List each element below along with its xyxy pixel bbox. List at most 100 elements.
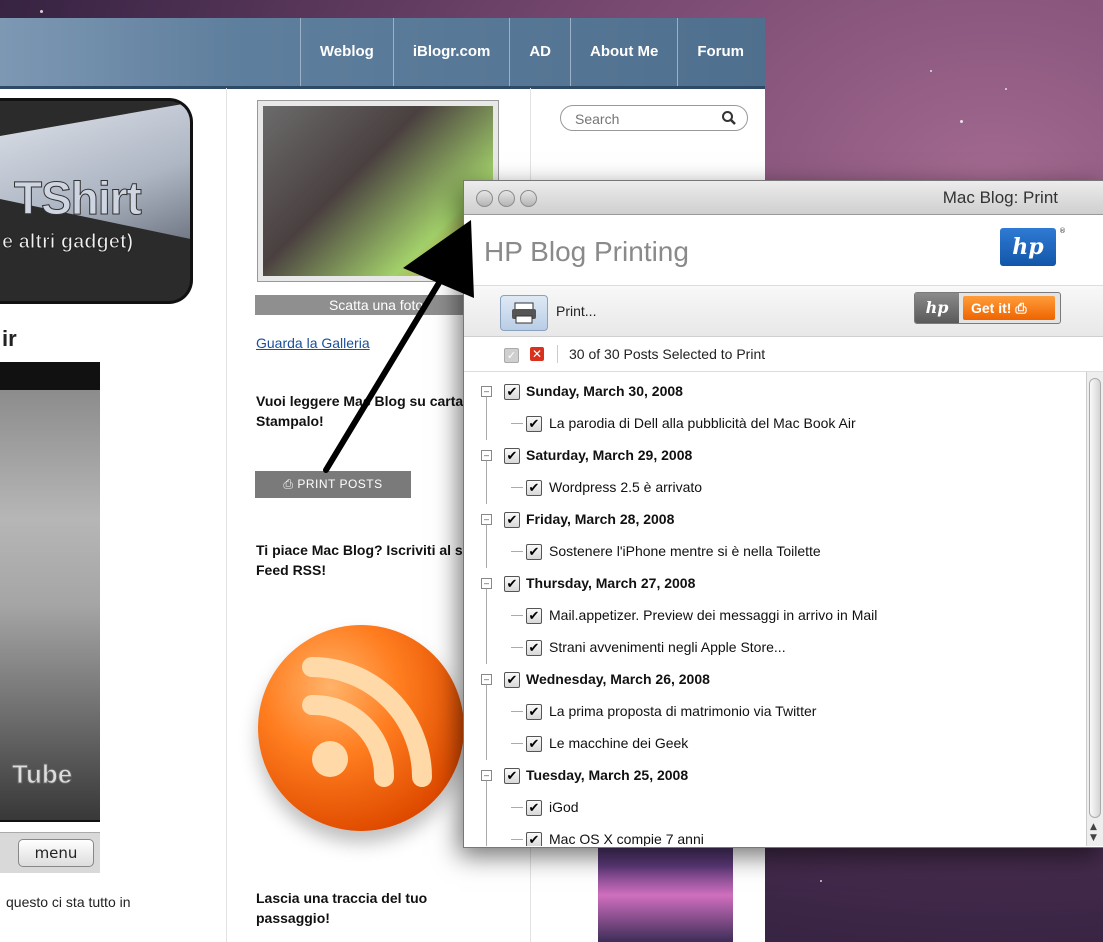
get-it-button[interactable]: Get it! ⎙ [963,296,1055,320]
post-checkbox[interactable]: ✔ [526,704,542,720]
star [930,70,932,72]
tree-post-row[interactable]: ✔ Le macchine dei Geek [464,728,1064,760]
tree-day-row[interactable]: – ✔ Friday, March 28, 2008 [464,504,1064,536]
nav-item-weblog[interactable]: Weblog [299,18,393,86]
select-all-checkbox[interactable]: ✓ [504,348,519,363]
tree-post-row[interactable]: ✔ Wordpress 2.5 è arrivato [464,472,1064,504]
hp-small-logo: hp [915,293,959,323]
post-checkbox[interactable]: ✔ [526,416,542,432]
print-label[interactable]: Print... [556,303,596,319]
tree-post-row[interactable]: ✔ La parodia di Dell alla pubblicità del … [464,408,1064,440]
print-button[interactable] [500,295,548,331]
tree-day-row[interactable]: – ✔ Saturday, March 29, 2008 [464,440,1064,472]
post-checkbox[interactable]: ✔ [526,640,542,656]
post-checkbox[interactable]: ✔ [526,544,542,560]
left-caption: questo ci sta tutto in [6,894,131,910]
day-checkbox[interactable]: ✔ [504,512,520,528]
search-icon[interactable] [721,110,737,126]
post-checkbox[interactable]: ✔ [526,800,542,816]
post-checkbox[interactable]: ✔ [526,832,542,846]
day-label: Sunday, March 30, 2008 [526,383,683,399]
selection-count: 30 of 30 Posts Selected to Print [569,346,766,362]
day-checkbox[interactable]: ✔ [504,768,520,784]
nav-item-iblogr-com[interactable]: iBlogr.com [392,18,510,86]
tree-connector [486,685,487,760]
day-label: Tuesday, March 25, 2008 [526,767,689,783]
print-posts-label: PRINT POSTS [297,477,383,491]
deselect-all-icon[interactable]: ✕ [530,347,544,361]
post-title: Wordpress 2.5 è arrivato [549,479,703,495]
app-header: HP Blog Printing hp ® [464,215,1103,286]
star [40,10,43,13]
scrollbar[interactable]: ▲ ▼ [1086,372,1103,846]
scroll-thumb[interactable] [1089,378,1101,818]
day-checkbox[interactable]: ✔ [504,576,520,592]
collapse-icon[interactable]: – [481,578,492,589]
collapse-icon[interactable]: – [481,514,492,525]
tree-connector [511,711,523,712]
guestbook-prompt: Lascia una traccia del tuo passaggio! [256,890,428,926]
gallery-link[interactable]: Guarda la Galleria [256,335,370,351]
tree-connector [511,743,523,744]
trademark-icon: ® [1059,227,1066,235]
separator [557,345,558,363]
tree-post-row[interactable]: ✔ iGod [464,792,1064,824]
tshirt-banner[interactable]: TShirt e altri gadget) [0,98,193,304]
search-input[interactable] [573,109,717,129]
print-window: Mac Blog: Print HP Blog Printing hp ® Pr… [463,180,1103,848]
day-label: Friday, March 28, 2008 [526,511,675,527]
collapse-icon[interactable]: – [481,674,492,685]
collapse-icon[interactable]: – [481,386,492,397]
day-label: Thursday, March 27, 2008 [526,575,696,591]
tree-post-row[interactable]: ✔ Strani avvenimenti negli Apple Store... [464,632,1064,664]
video-controls: menu [0,832,100,873]
video-frame [0,390,100,820]
search-box[interactable] [560,105,748,131]
scroll-down-icon[interactable]: ▼ [1090,833,1097,843]
tree-day-row[interactable]: – ✔ Wednesday, March 26, 2008 [464,664,1064,696]
selection-bar: ✓ ✕ 30 of 30 Posts Selected to Print [464,337,1103,372]
tree-day-row[interactable]: – ✔ Sunday, March 30, 2008 [464,376,1064,408]
app-title: HP Blog Printing [484,236,689,267]
tree-connector [511,647,523,648]
tree-connector [511,615,523,616]
day-checkbox[interactable]: ✔ [504,672,520,688]
tree-connector [511,807,523,808]
tree-post-row[interactable]: ✔ Mail.appetizer. Preview dei messaggi in… [464,600,1064,632]
print-posts-button[interactable]: ⎙ PRINT POSTS [255,471,411,498]
post-title: iGod [549,799,579,815]
tree-day-row[interactable]: – ✔ Thursday, March 27, 2008 [464,568,1064,600]
collapse-icon[interactable]: – [481,450,492,461]
get-it-banner[interactable]: hp Get it! ⎙ [914,292,1061,324]
day-label: Wednesday, March 26, 2008 [526,671,710,687]
tree-post-row[interactable]: ✔ Mac OS X compie 7 anni [464,824,1064,846]
nav-item-forum[interactable]: Forum [677,18,763,86]
photo-image [263,106,493,276]
tree-post-row[interactable]: ✔ Sostenere l'iPhone mentre si è nella To… [464,536,1064,568]
day-checkbox[interactable]: ✔ [504,384,520,400]
rss-icon[interactable] [258,625,464,831]
star [960,120,963,123]
tree-post-row[interactable]: ✔ La prima proposta di matrimonio via Twi… [464,696,1064,728]
video-player[interactable]: Tube [0,362,100,822]
nav-item-ad[interactable]: AD [509,18,570,86]
window-title: Mac Blog: Print [942,188,1058,207]
scroll-up-icon[interactable]: ▲ [1090,822,1097,832]
posts-tree: – ✔ Sunday, March 30, 2008 ✔ La parodia di D… [464,372,1086,846]
star [820,880,822,882]
tree-connector [486,461,487,504]
window-titlebar[interactable]: Mac Blog: Print [464,181,1103,215]
printer-icon: ⎙ [283,477,294,491]
nav-menu: Weblog iBlogr.com AD About Me Forum [299,18,763,86]
day-checkbox[interactable]: ✔ [504,448,520,464]
post-checkbox[interactable]: ✔ [526,736,542,752]
post-title: La parodia di Dell alla pubblicità del M… [549,415,856,431]
tree-connector [486,781,487,846]
menu-button[interactable]: menu [18,839,94,867]
post-checkbox[interactable]: ✔ [526,480,542,496]
column-divider [226,88,227,942]
nav-item-about-me[interactable]: About Me [570,18,677,86]
collapse-icon[interactable]: – [481,770,492,781]
post-checkbox[interactable]: ✔ [526,608,542,624]
tree-day-row[interactable]: – ✔ Tuesday, March 25, 2008 [464,760,1064,792]
